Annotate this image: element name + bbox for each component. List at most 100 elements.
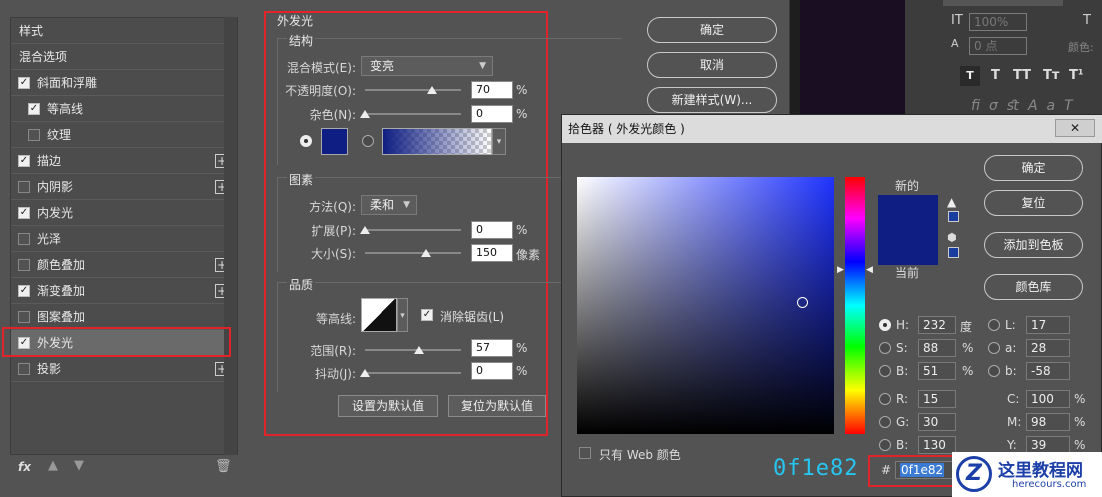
checkbox-unchecked[interactable]: [18, 181, 30, 193]
superscript-button[interactable]: T¹: [1069, 68, 1084, 83]
color-libraries-button[interactable]: 颜色库: [984, 274, 1083, 300]
move-up-icon[interactable]: ▲: [48, 458, 58, 473]
opacity-input[interactable]: 70: [471, 81, 513, 99]
add-to-swatches-button[interactable]: 添加到色板: [984, 232, 1083, 258]
opacity-slider[interactable]: [365, 89, 461, 91]
close-icon[interactable]: ✕: [1055, 119, 1095, 137]
glow-color-swatch[interactable]: [321, 128, 348, 155]
blue-radio[interactable]: [879, 439, 891, 451]
vertical-scale-input[interactable]: 100%: [969, 13, 1027, 31]
spread-slider[interactable]: [365, 229, 461, 231]
contour-picker[interactable]: [361, 298, 397, 332]
opacity-slider-thumb[interactable]: [427, 86, 437, 94]
web-only-checkbox[interactable]: [579, 447, 591, 459]
cyan-input[interactable]: 100: [1026, 390, 1070, 408]
range-slider[interactable]: [365, 349, 461, 351]
checkbox-checked[interactable]: ✓: [18, 155, 30, 167]
gradient-chevron-icon[interactable]: ▾: [492, 128, 506, 155]
all-caps-button[interactable]: TT: [1013, 68, 1031, 83]
trash-icon[interactable]: 🗑: [215, 459, 232, 474]
baseline-input[interactable]: 0 点: [969, 37, 1027, 55]
brightness-input[interactable]: 51: [918, 362, 956, 380]
style-item-gradient-overlay[interactable]: ✓ 渐变叠加 +: [11, 278, 233, 304]
saturation-radio[interactable]: [879, 342, 891, 354]
glow-gradient-swatch[interactable]: [382, 128, 492, 155]
red-input[interactable]: 15: [918, 390, 956, 408]
red-radio[interactable]: [879, 393, 891, 405]
picker-ok-button[interactable]: 确定: [984, 155, 1083, 181]
jitter-input[interactable]: 0: [471, 362, 513, 380]
hue-radio[interactable]: [879, 319, 891, 331]
spread-input[interactable]: 0: [471, 221, 513, 239]
lab-l-radio[interactable]: [988, 319, 1000, 331]
blue-input[interactable]: 130: [918, 436, 956, 454]
style-item-satin[interactable]: 光泽: [11, 226, 233, 252]
ok-button[interactable]: 确定: [647, 17, 777, 43]
brightness-radio[interactable]: [879, 365, 891, 377]
color-field-cursor[interactable]: [797, 297, 808, 308]
lab-a-input[interactable]: 28: [1026, 339, 1070, 357]
reset-default-button[interactable]: 复位为默认值: [448, 395, 546, 417]
lab-l-input[interactable]: 17: [1026, 316, 1070, 334]
magenta-input[interactable]: 98: [1026, 413, 1070, 431]
noise-slider-thumb[interactable]: [360, 110, 370, 118]
contour-chevron-icon[interactable]: ▾: [397, 298, 408, 332]
checkbox-unchecked[interactable]: [18, 363, 30, 375]
out-of-gamut-warning-icon[interactable]: ▲: [947, 195, 956, 209]
gradient-radio[interactable]: [362, 135, 374, 147]
checkbox-unchecked[interactable]: [18, 311, 30, 323]
solid-color-radio[interactable]: [300, 135, 312, 147]
range-input[interactable]: 57: [471, 339, 513, 357]
gamut-color-swatch[interactable]: [948, 211, 959, 222]
green-input[interactable]: 30: [918, 413, 956, 431]
style-item-bevel-emboss[interactable]: ✓ 斜面和浮雕: [11, 70, 233, 96]
fx-icon[interactable]: fx: [18, 460, 31, 474]
saturation-brightness-field[interactable]: [577, 177, 834, 434]
hue-input[interactable]: 232: [918, 316, 956, 334]
style-item-inner-glow[interactable]: ✓ 内发光: [11, 200, 233, 226]
make-default-button[interactable]: 设置为默认值: [338, 395, 438, 417]
style-item-contour[interactable]: ✓ 等高线: [11, 96, 233, 122]
faux-italic-button[interactable]: T: [991, 68, 1000, 83]
hue-slider-right-arrow[interactable]: ◀: [866, 265, 873, 275]
web-safe-color-swatch[interactable]: [948, 247, 959, 258]
spread-slider-thumb[interactable]: [360, 226, 370, 234]
technique-select[interactable]: 柔和 ▼: [361, 195, 417, 215]
noise-input[interactable]: 0: [471, 105, 513, 123]
style-list-header[interactable]: 样式: [11, 18, 233, 44]
small-caps-button[interactable]: Tт: [1043, 68, 1059, 83]
style-item-stroke[interactable]: ✓ 描边 +: [11, 148, 233, 174]
jitter-slider[interactable]: [365, 372, 461, 374]
hex-input[interactable]: 0f1e82: [895, 461, 955, 479]
size-slider[interactable]: [365, 252, 461, 254]
style-list-scrollbar[interactable]: [224, 17, 237, 455]
style-item-drop-shadow[interactable]: 投影 +: [11, 356, 233, 382]
size-slider-thumb[interactable]: [421, 249, 431, 257]
checkbox-checked[interactable]: ✓: [28, 103, 40, 115]
style-item-texture[interactable]: 纹理: [11, 122, 233, 148]
checkbox-unchecked[interactable]: [18, 259, 30, 271]
cancel-button[interactable]: 取消: [647, 52, 777, 78]
web-safe-cube-icon[interactable]: ⬢: [947, 231, 957, 244]
lab-a-radio[interactable]: [988, 342, 1000, 354]
current-color-swatch[interactable]: [878, 230, 938, 265]
move-down-icon[interactable]: ▼: [74, 458, 84, 473]
style-item-blending-options[interactable]: 混合选项: [11, 44, 233, 70]
style-item-color-overlay[interactable]: 颜色叠加 +: [11, 252, 233, 278]
checkbox-unchecked[interactable]: [18, 233, 30, 245]
picker-reset-button[interactable]: 复位: [984, 190, 1083, 216]
lab-b-radio[interactable]: [988, 365, 1000, 377]
saturation-input[interactable]: 88: [918, 339, 956, 357]
jitter-slider-thumb[interactable]: [360, 369, 370, 377]
range-slider-thumb[interactable]: [414, 346, 424, 354]
checkbox-unchecked[interactable]: [28, 129, 40, 141]
checkbox-checked[interactable]: ✓: [18, 207, 30, 219]
hue-slider[interactable]: [845, 177, 865, 434]
checkbox-checked[interactable]: ✓: [18, 77, 30, 89]
size-input[interactable]: 150: [471, 244, 513, 262]
anti-alias-checkbox[interactable]: ✓: [421, 309, 433, 321]
new-style-button[interactable]: 新建样式(W)...: [647, 87, 777, 113]
faux-bold-button[interactable]: T: [960, 66, 980, 86]
blend-mode-select[interactable]: 变亮 ▼: [361, 56, 493, 76]
lab-b-input[interactable]: -58: [1026, 362, 1070, 380]
